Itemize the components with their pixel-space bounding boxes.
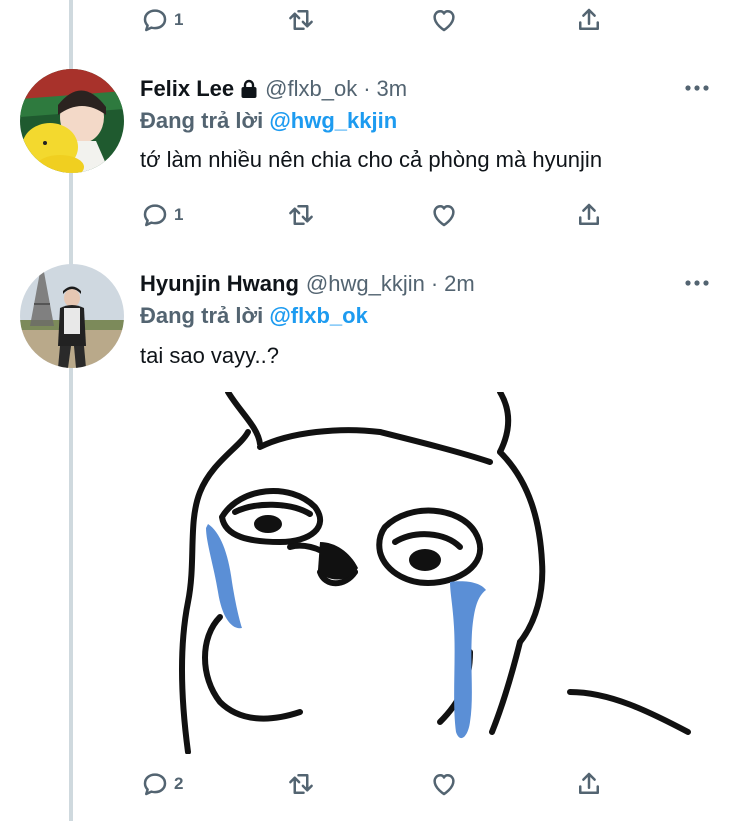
reply-count: 1 bbox=[174, 10, 184, 29]
share-upload-icon bbox=[579, 203, 599, 225]
replying-to: Đang trả lời @hwg_kkjin bbox=[140, 108, 397, 134]
mention-link[interactable]: @flxb_ok bbox=[269, 303, 367, 328]
reply-count: 2 bbox=[174, 774, 184, 793]
heart-icon bbox=[433, 10, 455, 32]
replying-prefix: Đang trả lời bbox=[140, 303, 264, 328]
share-button[interactable] bbox=[574, 195, 604, 235]
tweet-text: tớ làm nhiều nên chia cho cả phòng mà hy… bbox=[140, 147, 603, 172]
timestamp[interactable]: 3m bbox=[377, 76, 408, 102]
crying-face-drawing bbox=[140, 392, 695, 754]
heart-icon bbox=[433, 205, 455, 227]
comment-bubble-icon bbox=[143, 773, 167, 796]
retweet-button[interactable] bbox=[286, 195, 316, 235]
avatar-image bbox=[20, 264, 124, 368]
tweet-header: Hyunjin Hwang @hwg_kkjin · 2m bbox=[140, 269, 475, 299]
comment-bubble-icon bbox=[143, 204, 167, 227]
share-upload-icon bbox=[579, 772, 599, 794]
reply-button[interactable]: 1 bbox=[140, 195, 183, 235]
share-button[interactable] bbox=[574, 0, 604, 40]
display-name[interactable]: Felix Lee bbox=[140, 76, 234, 102]
reply-button[interactable]: 2 bbox=[140, 764, 183, 804]
handle[interactable]: @hwg_kkjin bbox=[306, 271, 425, 297]
top-tweet-actions: 1 bbox=[140, 0, 610, 40]
more-button[interactable] bbox=[682, 73, 712, 103]
lock-icon bbox=[241, 79, 257, 98]
share-button[interactable] bbox=[574, 764, 604, 804]
timestamp[interactable]: 2m bbox=[444, 271, 475, 297]
tweet-actions: 2 bbox=[140, 764, 610, 804]
more-button[interactable] bbox=[682, 268, 712, 298]
attached-image[interactable] bbox=[140, 392, 695, 754]
separator-dot: · bbox=[430, 271, 439, 296]
reply-button[interactable]: 1 bbox=[140, 0, 183, 40]
retweet-arrows-icon bbox=[289, 205, 313, 225]
heart-icon bbox=[433, 774, 455, 796]
more-dots-icon bbox=[685, 85, 709, 91]
comment-bubble-icon bbox=[143, 9, 167, 32]
reply-count: 1 bbox=[174, 205, 184, 224]
retweet-arrows-icon bbox=[289, 10, 313, 30]
like-button[interactable] bbox=[429, 195, 459, 235]
like-button[interactable] bbox=[429, 0, 459, 40]
share-upload-icon bbox=[579, 8, 599, 30]
display-name[interactable]: Hyunjin Hwang bbox=[140, 271, 299, 297]
replying-prefix: Đang trả lời bbox=[140, 108, 264, 133]
retweet-button[interactable] bbox=[286, 764, 316, 804]
mention-link[interactable]: @hwg_kkjin bbox=[269, 108, 397, 133]
retweet-button[interactable] bbox=[286, 0, 316, 40]
retweet-arrows-icon bbox=[289, 774, 313, 794]
like-button[interactable] bbox=[429, 764, 459, 804]
avatar[interactable] bbox=[20, 264, 124, 368]
tweet-actions: 1 bbox=[140, 195, 610, 235]
avatar[interactable] bbox=[20, 69, 124, 173]
tweet-header: Felix Lee @flxb_ok · 3m bbox=[140, 74, 407, 104]
tweet-text: tai sao vayy..? bbox=[140, 343, 279, 368]
avatar-image bbox=[20, 69, 124, 173]
more-dots-icon bbox=[685, 280, 709, 286]
separator-dot: · bbox=[363, 76, 371, 101]
handle[interactable]: @flxb_ok bbox=[265, 76, 357, 102]
replying-to: Đang trả lời @flxb_ok bbox=[140, 303, 368, 329]
